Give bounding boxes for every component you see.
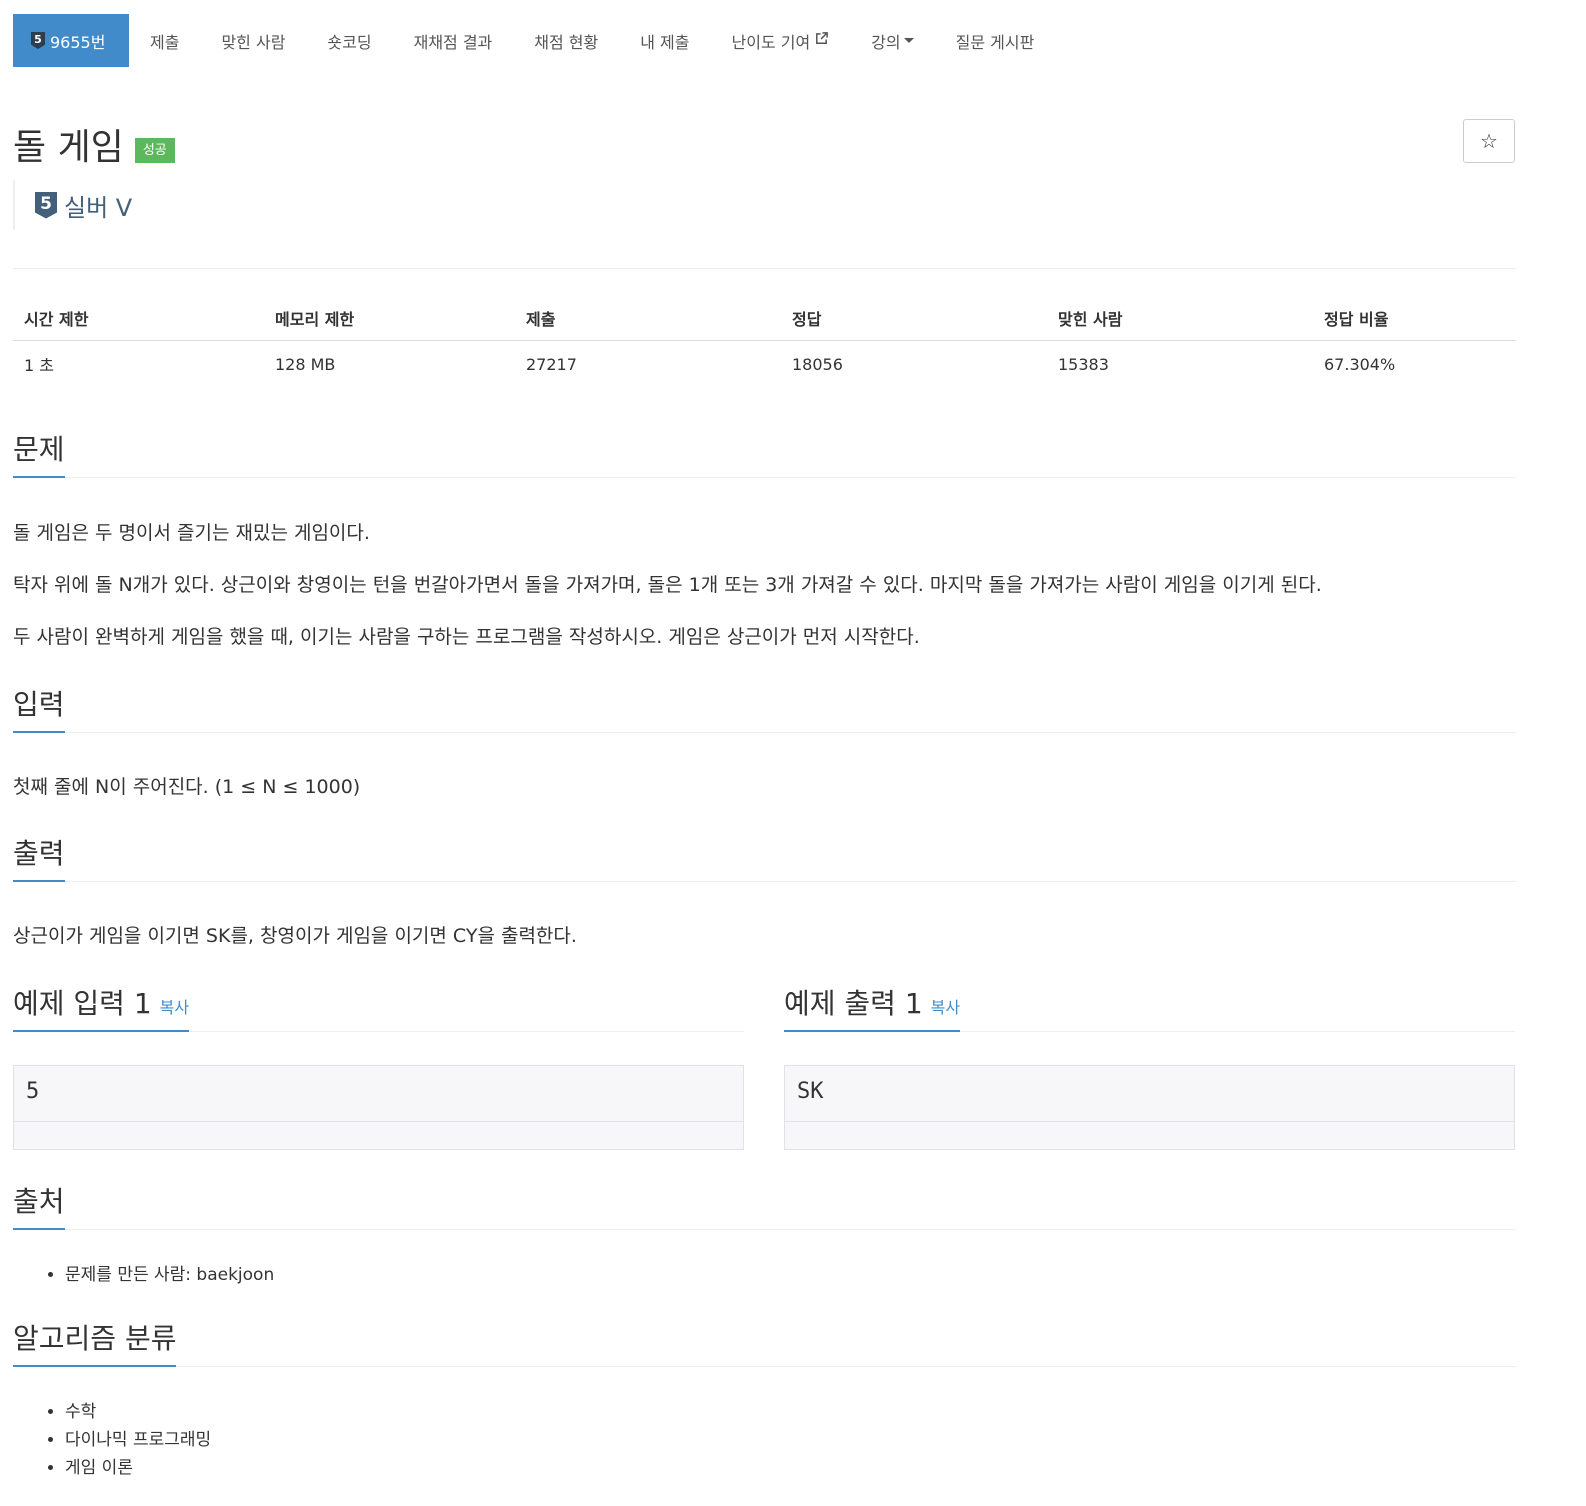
problem-info-table: 시간 제한 메모리 제한 제출 정답 맞힌 사람 정답 비율 1 초 128 M… — [13, 296, 1516, 387]
nav-question-board[interactable]: 질문 게시판 — [935, 14, 1056, 67]
input-description: 첫째 줄에 N이 주어진다. (1 ≤ N ≤ 1000) — [13, 776, 361, 798]
algorithm-tag-link[interactable]: 수학 — [65, 1398, 211, 1426]
table-cell: 128 MB — [275, 354, 336, 374]
sample-output-value: SK — [785, 1066, 1514, 1122]
nav-solved-users[interactable]: 맞힌 사람 — [200, 14, 306, 67]
silver-tier-icon: 5 — [35, 191, 57, 219]
table-header-row: 시간 제한 메모리 제한 제출 정답 맞힌 사람 정답 비율 — [13, 296, 1516, 341]
sample-output-section: 예제 출력 1 복사 SK — [784, 984, 1515, 1154]
input-section: 입력 첫째 줄에 N이 주어진다. (1 ≤ N ≤ 1000) — [13, 685, 1516, 805]
sample-input-value: 5 — [14, 1066, 743, 1122]
nav-difficulty-contribution-label: 난이도 기여 — [731, 32, 811, 52]
nav-short-coding-label: 숏코딩 — [327, 32, 372, 52]
problem-title-row: 돌 게임 성공 — [13, 118, 175, 170]
nav-lectures-label: 강의 — [871, 32, 901, 52]
nav-rejudge-results-label: 재채점 결과 — [413, 32, 493, 52]
section-title: 예제 출력 1 복사 — [784, 987, 961, 1032]
description-paragraph: 탁자 위에 돌 N개가 있다. 상근이와 창영이는 턴을 번갈아가면서 돌을 가… — [13, 574, 1322, 596]
nav-short-coding[interactable]: 숏코딩 — [306, 14, 392, 67]
nav-problem-number[interactable]: 5 9655번 — [13, 14, 129, 67]
output-description: 상근이가 게임을 이기면 SK를, 창영이가 게임을 이기면 CY을 출력한다. — [13, 925, 577, 947]
table-header: 시간 제한 — [13, 296, 264, 341]
list-item: 문제를 만든 사람: baekjoon — [65, 1261, 274, 1289]
section-header: 입력 — [13, 685, 1516, 733]
section-header: 출력 — [13, 834, 1516, 882]
nav-submit[interactable]: 제출 — [129, 14, 200, 67]
table-row: 1 초 128 MB 27217 18056 15383 67.304% — [13, 341, 1516, 388]
problem-number-label: 9655번 — [50, 32, 106, 52]
sample-input-box[interactable]: 5 — [13, 1065, 744, 1150]
section-header: 출처 — [13, 1182, 1516, 1230]
caret-down-icon — [903, 38, 914, 43]
sample-input-heading: 예제 입력 1 — [13, 987, 152, 1020]
nav-lectures-dropdown[interactable]: 강의 — [850, 14, 934, 67]
tier-name: 실버 V — [64, 193, 133, 222]
algorithm-tag-list: 수학 다이나믹 프로그래밍 게임 이론 — [13, 1398, 211, 1482]
table-cell: 67.304% — [1324, 354, 1396, 374]
nav-submit-label: 제출 — [150, 32, 180, 52]
nav-my-submissions-label: 내 제출 — [640, 32, 690, 52]
algorithm-tag-link[interactable]: 다이나믹 프로그래밍 — [65, 1426, 211, 1454]
section-title: 알고리즘 분류 — [13, 1325, 177, 1367]
sample-output-heading: 예제 출력 1 — [784, 987, 923, 1020]
star-button[interactable]: ☆ — [1463, 119, 1515, 163]
section-header: 문제 — [13, 430, 1516, 478]
problem-description-section: 문제 돌 게임은 두 명이서 즐기는 재밌는 게임이다. 탁자 위에 돌 N개가… — [13, 430, 1516, 650]
nav-my-submissions[interactable]: 내 제출 — [619, 14, 710, 67]
problem-nav: 5 9655번 제출 맞힌 사람 숏코딩 재채점 결과 채점 현황 내 제출 난… — [13, 14, 1055, 67]
table-header: 제출 — [515, 296, 781, 341]
section-header: 예제 출력 1 복사 — [784, 984, 1515, 1032]
silver-tier-icon: 5 — [31, 32, 45, 49]
description-paragraph: 돌 게임은 두 명이서 즐기는 재밌는 게임이다. — [13, 522, 370, 544]
external-link-icon — [814, 31, 829, 50]
nav-judge-status[interactable]: 채점 현황 — [513, 14, 619, 67]
nav-question-board-label: 질문 게시판 — [955, 32, 1035, 52]
nav-difficulty-contribution[interactable]: 난이도 기여 — [711, 14, 851, 67]
section-header: 예제 입력 1 복사 — [13, 984, 744, 1032]
section-title: 문제 — [13, 436, 65, 478]
source-section: 출처 문제를 만든 사람: baekjoon — [13, 1182, 1516, 1292]
star-icon: ☆ — [1480, 129, 1498, 153]
nav-judge-status-label: 채점 현황 — [534, 32, 599, 52]
copy-sample-output-button[interactable]: 복사 — [931, 998, 960, 1017]
algorithm-tag-link[interactable]: 게임 이론 — [65, 1454, 211, 1482]
table-cell[interactable]: 15383 — [1047, 341, 1313, 388]
description-paragraph: 두 사람이 완벽하게 게임을 했을 때, 이기는 사람을 구하는 프로그램을 작… — [13, 626, 920, 648]
section-title: 출처 — [13, 1188, 65, 1230]
copy-sample-input-button[interactable]: 복사 — [160, 998, 189, 1017]
section-title: 입력 — [13, 691, 65, 733]
table-header: 메모리 제한 — [264, 296, 515, 341]
sample-input-section: 예제 입력 1 복사 5 — [13, 984, 744, 1154]
table-cell: 1 초 — [24, 356, 54, 375]
table-cell: 18056 — [792, 354, 843, 374]
nav-solved-users-label: 맞힌 사람 — [221, 32, 286, 52]
table-header: 정답 — [781, 296, 1047, 341]
problem-tier: 5 실버 V — [13, 180, 132, 230]
table-header: 맞힌 사람 — [1047, 296, 1313, 341]
page-title: 돌 게임 — [13, 127, 124, 168]
output-section: 출력 상근이가 게임을 이기면 SK를, 창영이가 게임을 이기면 CY을 출력… — [13, 834, 1516, 954]
section-header: 알고리즘 분류 — [13, 1319, 1516, 1367]
algorithm-tags-section: 알고리즘 분류 수학 다이나믹 프로그래밍 게임 이론 — [13, 1319, 1516, 1489]
source-list: 문제를 만든 사람: baekjoon — [13, 1261, 274, 1289]
section-title: 예제 입력 1 복사 — [13, 987, 190, 1032]
table-header: 정답 비율 — [1313, 296, 1516, 341]
sample-output-box[interactable]: SK — [784, 1065, 1515, 1150]
table-cell[interactable]: 27217 — [515, 341, 781, 388]
nav-rejudge-results[interactable]: 재채점 결과 — [393, 14, 514, 67]
status-badge: 성공 — [134, 137, 175, 163]
divider — [13, 268, 1516, 269]
section-title: 출력 — [13, 840, 65, 882]
